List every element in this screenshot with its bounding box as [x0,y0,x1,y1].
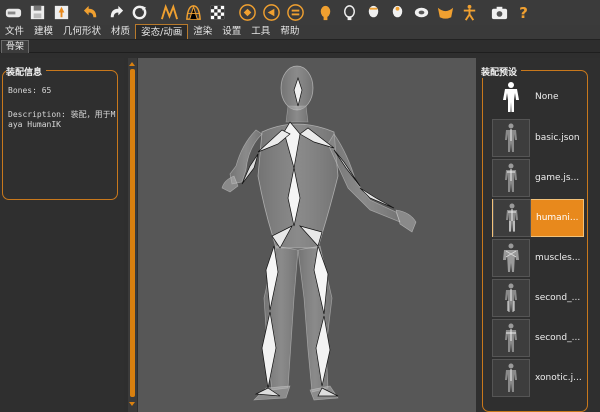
menu-render[interactable]: 渲染 [188,24,217,39]
app-window: ? 文件 建模 几何形状 材质 姿态/动画 渲染 设置 工具 帮助 骨架 装配信… [0,0,600,412]
left-scrollbar-thumb[interactable] [130,69,135,397]
3d-viewport[interactable] [138,58,476,412]
menu-tools[interactable]: 工具 [246,24,275,39]
scroll-down-arrow-icon[interactable] [129,402,135,406]
preset-thumbnail [492,78,530,116]
rig-description: Description: 装配，用于Maya HumanIK [8,110,116,129]
menu-file[interactable]: 文件 [0,24,29,39]
preset-thumbnail [492,119,530,157]
preset-label: basic.json [535,133,580,143]
preset-muscles[interactable]: muscles... [492,239,584,277]
pose-icon[interactable] [459,2,480,23]
skeleton-thumbnail-icon [505,363,517,392]
preset-none[interactable]: None [492,78,584,116]
subtab-bar: 骨架 [0,40,600,53]
preset-second-2[interactable]: second_... [492,319,584,357]
skeleton-thumbnail-icon [505,323,517,352]
preset-label: game.js... [535,173,580,183]
preset-humanik[interactable]: humani... [492,199,584,237]
save-icon[interactable] [27,2,48,23]
menu-help[interactable]: 帮助 [275,24,304,39]
preset-thumbnail [492,279,530,317]
preset-thumbnail [492,159,530,197]
preset-thumbnail [493,199,531,237]
menu-material[interactable]: 材质 [106,24,135,39]
skeleton-thumbnail-icon [505,123,517,152]
scroll-up-arrow-icon[interactable] [129,62,135,66]
preset-label: xonotic.j... [535,373,582,383]
help-glyph: ? [519,4,528,22]
export-icon[interactable] [51,2,72,23]
toolbar: ? [0,0,600,25]
head-top-icon[interactable] [387,2,408,23]
arms-icon[interactable] [435,2,456,23]
tab-skeleton[interactable]: 骨架 [1,40,30,53]
undo-icon[interactable] [81,2,102,23]
hard-drive-icon[interactable] [3,2,24,23]
preset-thumbnail [492,319,530,357]
viewport-right-edge [467,58,476,412]
menu-pose-animation[interactable]: 姿态/动画 [135,24,189,39]
head-side-icon[interactable] [339,2,360,23]
preset-label: second_... [535,293,581,303]
preset-basic[interactable]: basic.json [492,119,584,157]
checker-icon[interactable] [207,2,228,23]
side-view-icon[interactable] [285,2,306,23]
preset-label: muscles... [535,253,581,263]
redo-icon[interactable] [105,2,126,23]
skeleton-thumbnail-icon [503,243,519,272]
left-panel: 装配信息 Bones: 65 Description: 装配，用于Maya Hu… [0,58,124,412]
skeleton-thumbnail-icon [506,203,518,232]
preset-label: humani... [536,213,579,223]
help-icon[interactable]: ? [513,2,534,23]
face-icon[interactable] [411,2,432,23]
smooth-icon[interactable] [183,2,204,23]
rig-info-title: 装配信息 [6,65,47,78]
head-back-icon[interactable] [363,2,384,23]
left-scrollbar[interactable] [128,58,137,412]
back-view-icon[interactable] [261,2,282,23]
preset-label: None [535,92,559,102]
menu-modeling[interactable]: 建模 [29,24,58,39]
menu-geometry[interactable]: 几何形状 [58,24,106,39]
menu-bar: 文件 建模 几何形状 材质 姿态/动画 渲染 设置 工具 帮助 [0,24,600,40]
rig-preset-title: 装配预设 [481,65,522,78]
preset-thumbnail [492,239,530,277]
front-view-icon[interactable] [237,2,258,23]
skeleton-thumbnail-icon [505,283,517,312]
preset-label: second_... [535,333,581,343]
preset-thumbnail [492,359,530,397]
menu-settings[interactable]: 设置 [217,24,246,39]
human-model-icon [221,65,417,401]
preset-xonotic[interactable]: xonotic.j... [492,359,584,397]
wireframe-icon[interactable] [159,2,180,23]
person-silhouette-icon [503,82,519,112]
preset-game[interactable]: game.js... [492,159,584,197]
reset-icon[interactable] [129,2,150,23]
preset-second-1[interactable]: second_... [492,279,584,317]
head-front-icon[interactable] [315,2,336,23]
skeleton-thumbnail-icon [505,163,517,192]
camera-icon[interactable] [489,2,510,23]
bones-count: Bones: 65 [8,86,52,95]
